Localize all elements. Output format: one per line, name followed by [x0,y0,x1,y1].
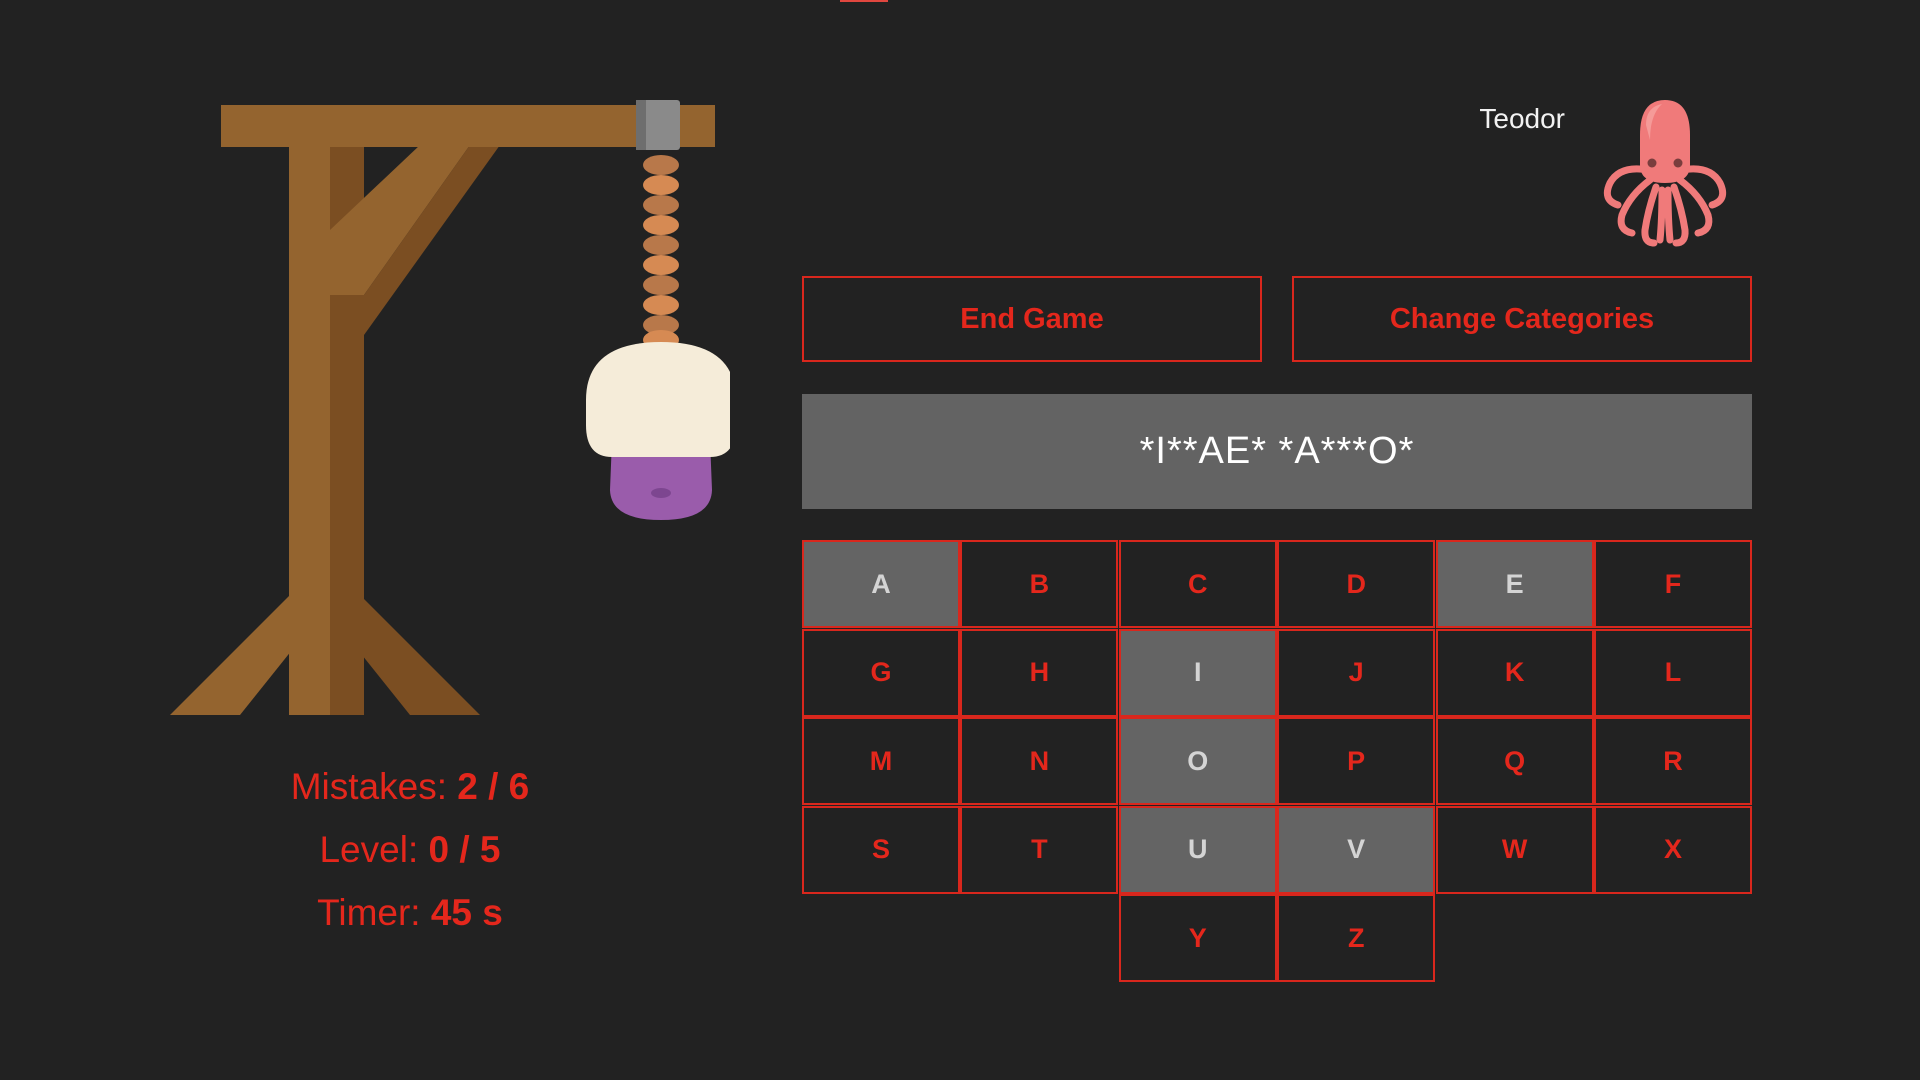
mistakes-label: Mistakes: [290,766,447,807]
level-label: Level: [319,829,419,870]
key-a[interactable]: A [802,540,960,628]
key-p[interactable]: P [1277,717,1436,805]
timer-value: 45 s [430,892,503,933]
key-d[interactable]: D [1277,540,1436,628]
top-accent-bar [840,0,888,2]
key-c[interactable]: C [1118,540,1277,628]
rope [643,155,679,350]
game-screen: Mistakes: 2 / 6 Level: 0 / 5 Timer: 45 s… [0,0,1920,1080]
level-value: 0 / 5 [428,829,501,870]
key-m[interactable]: M [802,717,960,805]
word-display: *I**AE* *A***O* [802,394,1752,509]
octopus-icon [1603,100,1727,247]
change-categories-button[interactable]: Change Categories [1292,276,1752,362]
key-v[interactable]: V [1277,805,1436,894]
timer-label: Timer: [317,892,421,933]
key-w[interactable]: W [1435,805,1594,894]
key-r[interactable]: R [1594,717,1752,805]
gallows-post [289,145,334,715]
end-game-button[interactable]: End Game [802,276,1262,362]
key-f[interactable]: F [1594,540,1752,628]
key-s[interactable]: S [802,805,960,894]
player-name: Teodor [1479,103,1565,134]
key-o[interactable]: O [1118,717,1277,805]
gallows-illustration [170,100,730,715]
key-l[interactable]: L [1594,628,1752,717]
key-y[interactable]: Y [1118,894,1277,982]
mistakes-value: 2 / 6 [457,766,530,807]
mistakes-stat: Mistakes: 2 / 6 [180,755,640,818]
key-z[interactable]: Z [1277,894,1436,982]
key-e[interactable]: E [1435,540,1594,628]
key-i[interactable]: I [1118,628,1277,717]
key-k[interactable]: K [1435,628,1594,717]
key-u[interactable]: U [1118,805,1277,894]
key-b[interactable]: B [960,540,1119,628]
stats-panel: Mistakes: 2 / 6 Level: 0 / 5 Timer: 45 s [180,755,640,944]
key-g[interactable]: G [802,628,960,717]
key-x[interactable]: X [1594,805,1752,894]
figure-head [586,342,730,457]
timer-stat: Timer: 45 s [180,881,640,944]
key-j[interactable]: J [1277,628,1436,717]
level-stat: Level: 0 / 5 [180,818,640,881]
key-h[interactable]: H [960,628,1119,717]
key-q[interactable]: Q [1435,717,1594,805]
key-n[interactable]: N [960,717,1119,805]
masked-word: *I**AE* *A***O* [1139,430,1415,472]
key-t[interactable]: T [960,805,1119,894]
letter-keyboard: A B C D E F G H I J K L M N O P Q R S T … [802,540,1752,982]
